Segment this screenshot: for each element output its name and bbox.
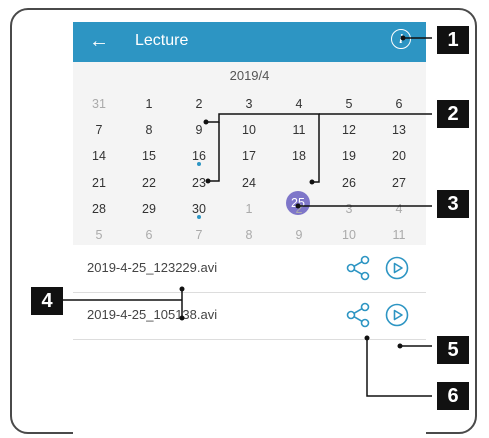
callout-2: 2 bbox=[437, 100, 469, 128]
callout-5: 5 bbox=[437, 336, 469, 364]
callout-1: 1 bbox=[437, 26, 469, 54]
callout-3: 3 bbox=[437, 190, 469, 218]
callout-4: 4 bbox=[31, 287, 63, 315]
callout-lines bbox=[63, 35, 432, 397]
callout-6: 6 bbox=[437, 382, 469, 410]
